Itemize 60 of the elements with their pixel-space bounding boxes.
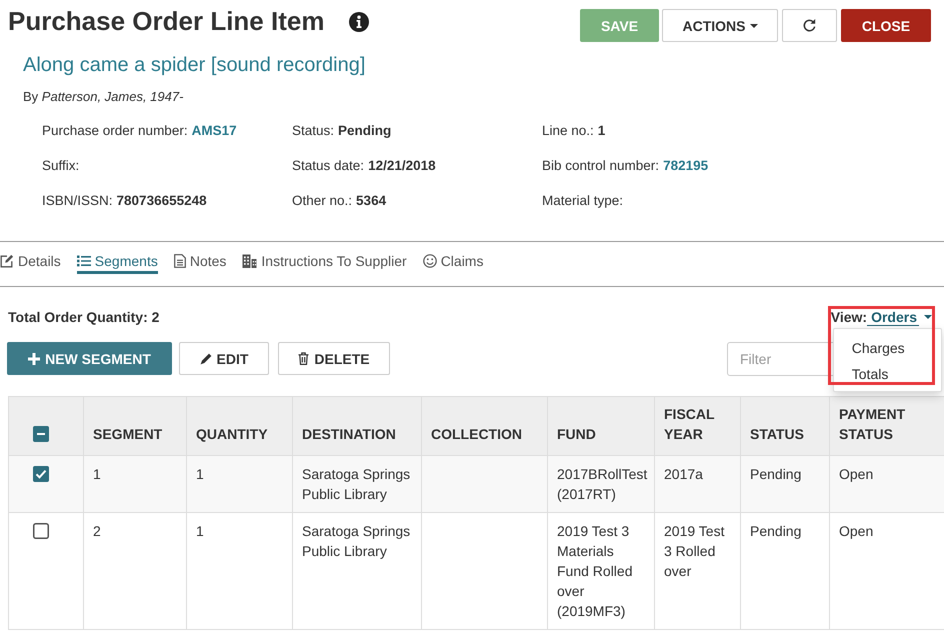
table-cell: 2017a (654, 456, 740, 512)
edit-icon (0, 254, 14, 268)
view-label: View: (830, 308, 868, 326)
new-segment-button[interactable]: NEW SEGMENT (7, 342, 172, 375)
field-link[interactable]: 782195 (663, 157, 708, 175)
table-cell: 1 (84, 456, 186, 512)
field-value: 1 (598, 122, 606, 140)
field-label: Material type: (542, 192, 624, 210)
select-all-checkbox[interactable] (33, 426, 49, 442)
document-icon (174, 254, 186, 268)
field-label: Suffix: (42, 157, 80, 175)
total-quantity: Total Order Quantity: 2 (8, 308, 160, 326)
field-value: 5364 (356, 192, 386, 210)
delete-button[interactable]: DELETE (278, 342, 390, 375)
tab[interactable]: Segments (76, 252, 158, 274)
plus-icon (28, 352, 40, 364)
tab[interactable]: Notes (174, 252, 226, 274)
pencil-icon (200, 352, 212, 364)
record-title[interactable]: Along came a spider [sound recording] (23, 53, 366, 77)
refresh-button[interactable] (782, 9, 837, 42)
tab[interactable]: Details (0, 252, 61, 274)
actions-button[interactable]: ACTIONS (662, 9, 778, 42)
caret-icon (750, 24, 758, 28)
tab[interactable]: Claims (422, 252, 484, 274)
field-value: 12/21/2018 (368, 157, 436, 175)
refresh-icon (802, 18, 817, 33)
table-cell: 2019 Test 3 Materials Fund Rolled over (2019MF3) (548, 512, 654, 630)
field-label: Line no.: (542, 122, 594, 140)
list-icon (76, 255, 91, 267)
trash-icon (298, 352, 310, 365)
table-cell: Pending (740, 512, 830, 630)
table-cell: 1 (186, 456, 292, 512)
building-icon (242, 254, 258, 268)
tab[interactable]: Instructions To Supplier (242, 252, 407, 274)
author-line: By Patterson, James, 1947- (23, 89, 184, 105)
page-title: Purchase Order Line Item (8, 8, 324, 34)
table-cell: 2017BRollTest (2017RT) (548, 456, 654, 512)
table-cell: 2019 Test 3 Rolled over (654, 512, 740, 630)
table-cell: Saratoga Springs Public Library (292, 512, 422, 630)
table-cell: 1 (186, 512, 292, 630)
close-button[interactable]: CLOSE (841, 9, 931, 42)
table-cell: Pending (740, 456, 830, 512)
row-checkbox[interactable] (33, 466, 49, 482)
table-cell: Saratoga Springs Public Library (292, 456, 422, 512)
field-value: 780736655248 (116, 192, 207, 210)
field-label: Status: (292, 122, 334, 140)
edit-button[interactable]: EDIT (179, 342, 269, 375)
row-checkbox[interactable] (33, 523, 49, 539)
field-label: Other no.: (292, 192, 352, 210)
field-label: ISBN/ISSN: (42, 192, 113, 210)
info-icon[interactable] (349, 12, 370, 32)
caret-icon (924, 315, 932, 319)
field-link[interactable]: AMS17 (192, 122, 237, 140)
field-value: Pending (338, 122, 392, 140)
table-cell: 2 (84, 512, 186, 630)
field-label: Purchase order number: (42, 122, 188, 140)
view-dropdown[interactable]: Orders (867, 308, 932, 326)
smiley-icon (422, 254, 437, 268)
field-label: Status date: (292, 157, 364, 175)
field-label: Bib control number: (542, 157, 660, 175)
